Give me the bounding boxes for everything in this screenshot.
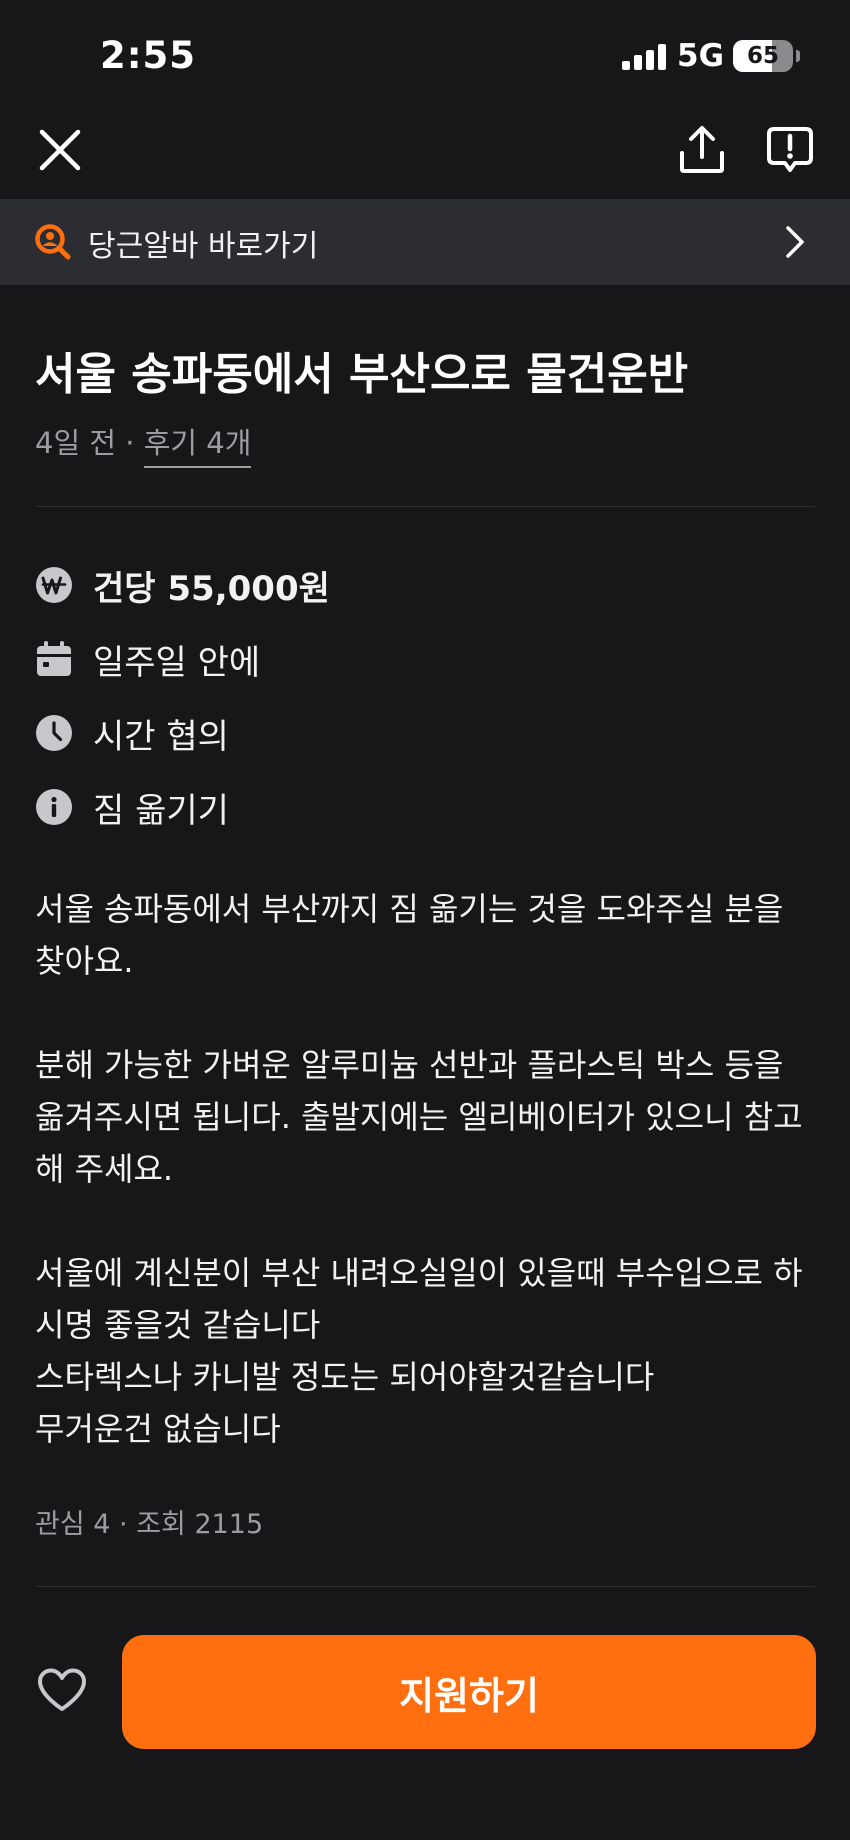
info-icon [35, 788, 73, 826]
apply-button[interactable]: 지원하기 [122, 1635, 816, 1749]
search-person-icon [35, 224, 71, 260]
share-icon [680, 126, 724, 173]
description-line: 해 주세요. [35, 1150, 174, 1188]
report-button[interactable] [758, 118, 822, 182]
posted-time: 4일 전 [35, 426, 117, 460]
reviews-link[interactable]: 후기 4개 [143, 426, 252, 468]
description-line: 분해 가능한 가벼운 알루미늄 선반과 플라스틱 박스 등을 [35, 1046, 784, 1084]
description-line: 서울 송파동에서 부산까지 짐 옮기는 것을 도와주실 분을 [35, 890, 784, 928]
divider [35, 1586, 815, 1587]
description-line: 무거운건 없습니다 [35, 1410, 281, 1448]
battery-tip [796, 50, 800, 62]
meta-separator: · [116, 426, 144, 460]
alba-shortcut-banner[interactable]: 당근알바 바로가기 [0, 199, 850, 285]
banner-label: 당근알바 바로가기 [88, 229, 319, 264]
chevron-right-icon [786, 226, 804, 258]
status-bar: 2:55 5G 65 [0, 0, 850, 110]
description-line: 서울에 계신분이 부산 내려오실일이 있을때 부수입으로 하 [35, 1254, 803, 1292]
heart-icon [38, 1668, 86, 1711]
like-button[interactable] [32, 1660, 92, 1720]
signal-icon [622, 44, 666, 70]
close-icon [39, 129, 81, 171]
battery-icon: 65 [733, 40, 793, 72]
post-stats: 관심 4 · 조회 2115 [35, 1509, 264, 1540]
description-line: 스타렉스나 카니발 정도는 되어야할것같습니다 [35, 1358, 655, 1396]
schedule-text: 일주일 안에 [93, 642, 261, 683]
pay-text: 건당 55,000원 [93, 568, 330, 609]
info-row-schedule: 일주일 안에 [35, 635, 260, 683]
description-line: 찾아요. [35, 942, 134, 980]
report-icon [767, 127, 813, 172]
status-time: 2:55 [100, 34, 197, 77]
post-meta: 4일 전 · 후기 4개 [35, 420, 252, 468]
divider [35, 506, 815, 507]
close-button[interactable] [28, 118, 92, 182]
won-icon [35, 566, 73, 604]
time-text: 시간 협의 [93, 716, 229, 757]
battery-percent: 65 [746, 43, 779, 69]
post-description: 서울 송파동에서 부산까지 짐 옮기는 것을 도와주실 분을 찾아요. 분해 가… [35, 883, 825, 1455]
info-row-pay: 건당 55,000원 [35, 561, 330, 609]
description-line: 시명 좋을것 같습니다 [35, 1306, 321, 1344]
clock-icon [35, 714, 73, 752]
info-row-task: 짐 옮기기 [35, 783, 229, 831]
info-row-time: 시간 협의 [35, 709, 229, 757]
calendar-icon [35, 640, 73, 678]
post-title: 서울 송파동에서 부산으로 물건운반 [35, 349, 689, 400]
network-type: 5G [677, 38, 725, 74]
description-line: 옮겨주시면 됩니다. 출발지에는 엘리베이터가 있으니 참고 [35, 1098, 803, 1136]
share-button[interactable] [670, 118, 734, 182]
job-post-screen: 2:55 5G 65 당근알바 바로가기 서울 송파동에서 부산으로 물건운반 … [0, 0, 850, 1840]
task-text: 짐 옮기기 [93, 790, 229, 831]
